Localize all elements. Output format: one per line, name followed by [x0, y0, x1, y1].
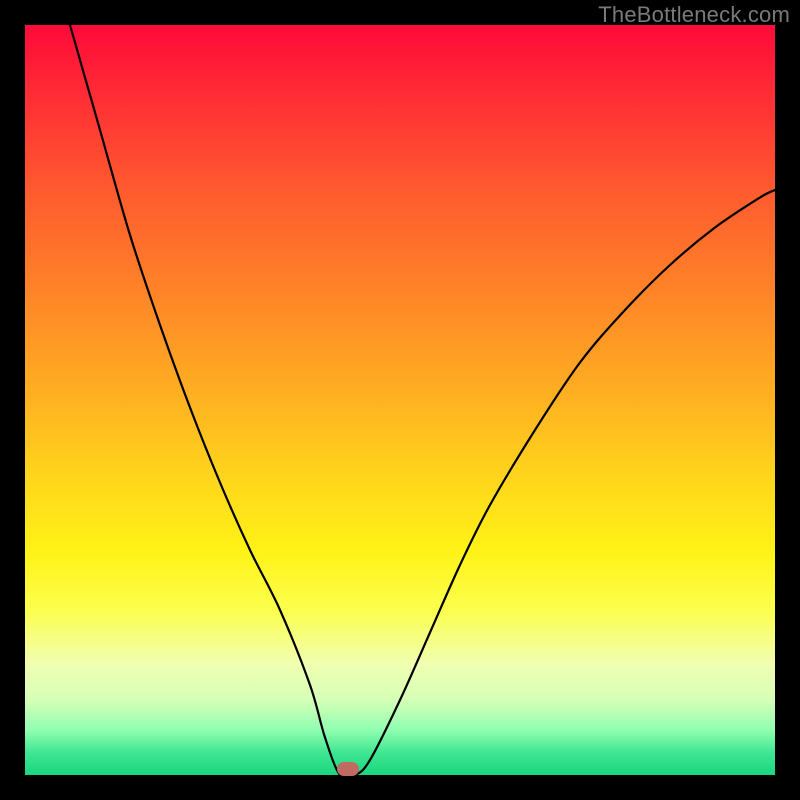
optimal-point-marker	[337, 762, 359, 776]
plot-area	[25, 25, 775, 775]
bottleneck-curve	[25, 25, 775, 775]
curve-path	[70, 25, 775, 775]
chart-frame: TheBottleneck.com	[0, 0, 800, 800]
